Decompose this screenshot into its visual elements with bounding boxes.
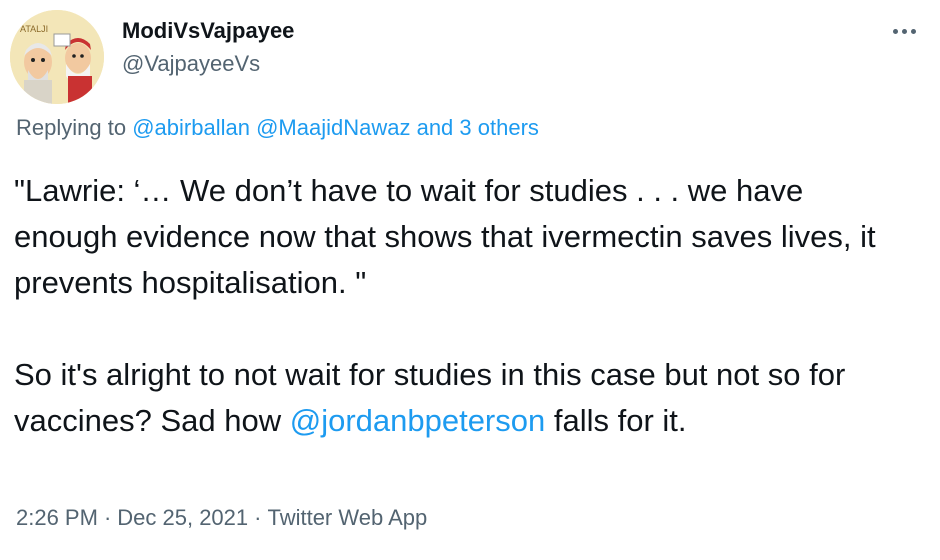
replying-prefix: Replying to bbox=[16, 115, 127, 140]
tweet-paragraph: So it's alright to not wait for studies … bbox=[14, 352, 914, 444]
svg-text:ATALJI: ATALJI bbox=[20, 24, 48, 34]
tweet-metadata: 2:26 PM · Dec 25, 2021 · Twitter Web App bbox=[16, 504, 427, 532]
avatar-illustration: ATALJI bbox=[10, 10, 104, 104]
username-handle[interactable]: @VajpayeeVs bbox=[122, 50, 260, 78]
more-options-button[interactable] bbox=[884, 16, 924, 46]
date-link[interactable]: Dec 25, 2021 bbox=[117, 505, 248, 530]
tweet-text: "Lawrie: ‘… We don’t have to wait for st… bbox=[14, 168, 914, 444]
separator: · bbox=[103, 505, 112, 530]
avatar[interactable]: ATALJI bbox=[10, 10, 104, 104]
more-horizontal-icon bbox=[891, 28, 918, 34]
tweet: ATALJI ModiVsVajpayee @VajpayeeVs Replyi… bbox=[0, 0, 940, 560]
mention-link[interactable]: @abirballan bbox=[132, 115, 250, 140]
replying-to: Replying to @abirballan @MaajidNawaz and… bbox=[16, 114, 539, 142]
tweet-paragraph: "Lawrie: ‘… We don’t have to wait for st… bbox=[14, 173, 876, 300]
mention-link[interactable]: @MaajidNawaz bbox=[256, 115, 410, 140]
display-name[interactable]: ModiVsVajpayee bbox=[122, 17, 294, 45]
source-label: Twitter Web App bbox=[267, 505, 428, 530]
separator: · bbox=[254, 505, 262, 530]
others-link[interactable]: and 3 others bbox=[417, 115, 539, 140]
timestamp-link[interactable]: 2:26 PM bbox=[16, 505, 98, 530]
tweet-text-segment: falls for it. bbox=[545, 403, 687, 438]
mention-link[interactable]: @jordanbpeterson bbox=[290, 403, 546, 438]
